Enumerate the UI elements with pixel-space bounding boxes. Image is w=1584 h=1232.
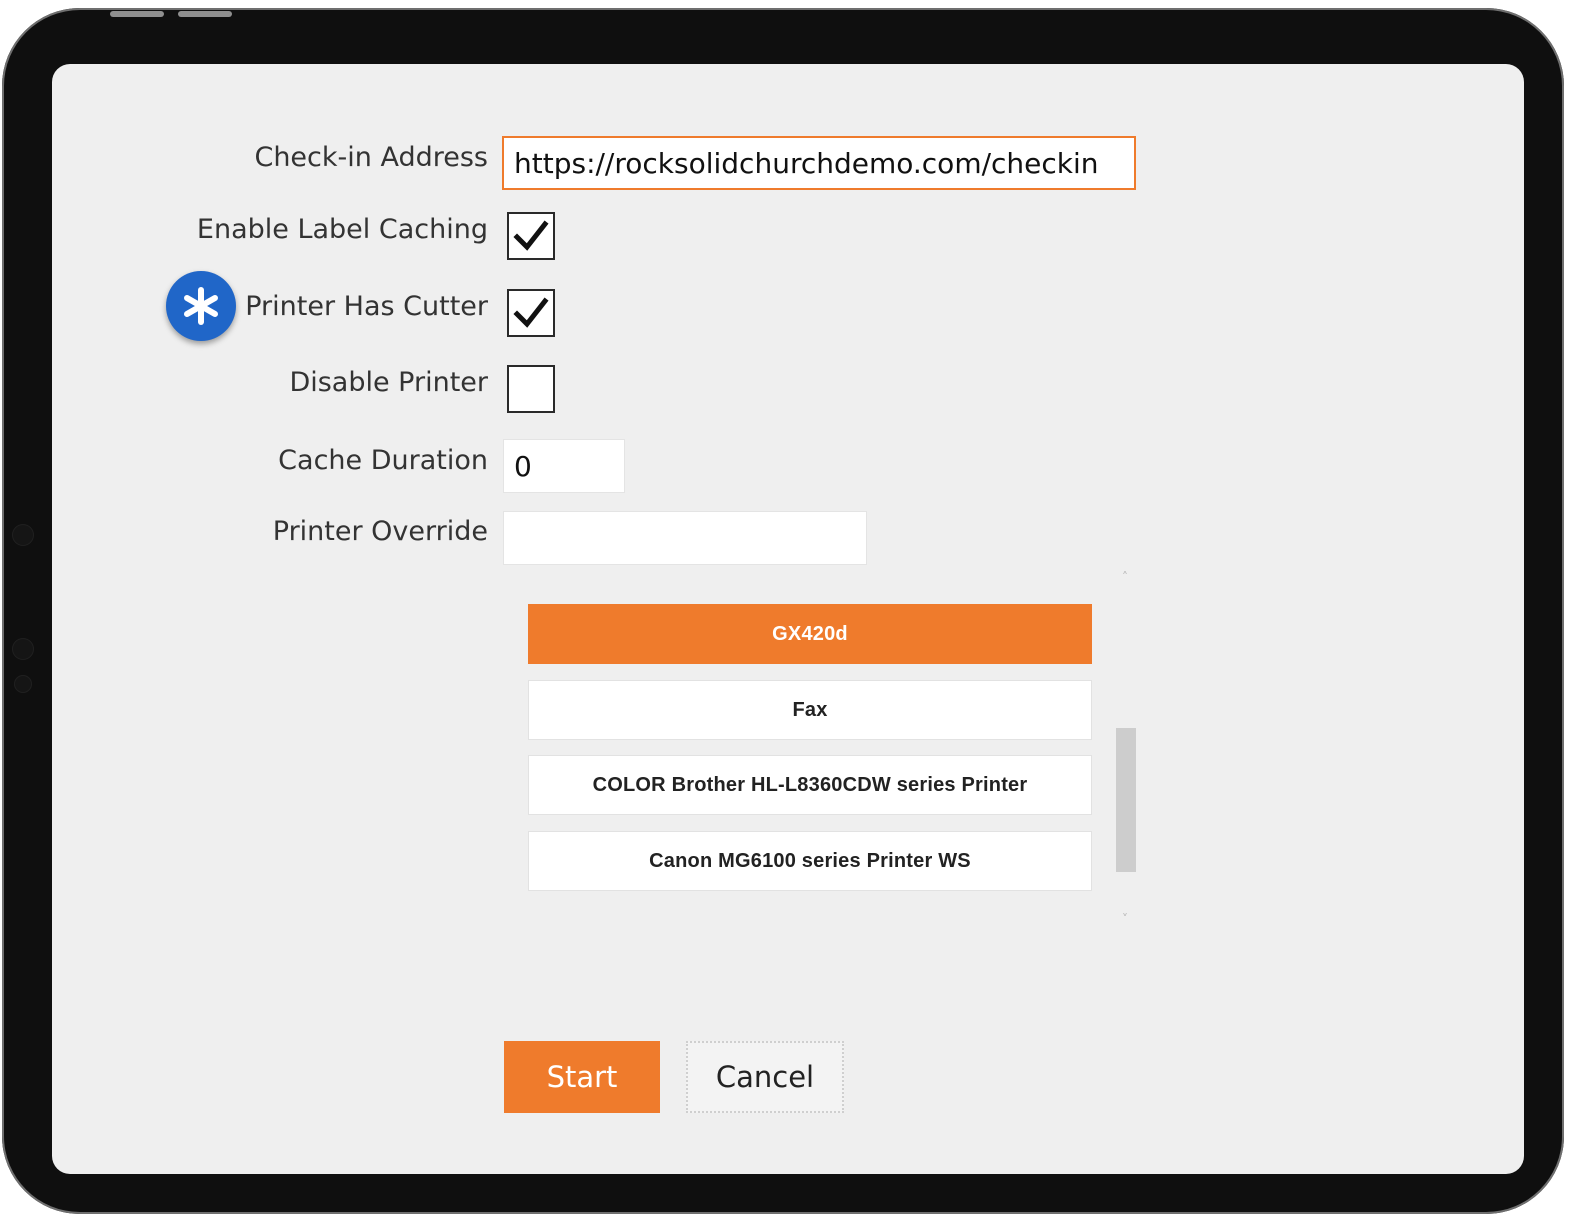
asterisk-icon: [166, 271, 236, 341]
cache-duration-value: 0: [514, 449, 532, 483]
settings-screen: Check-in Address https://rocksolidchurch…: [52, 64, 1524, 1174]
printer-item-label: GX420d: [772, 622, 848, 645]
side-sensor: [15, 676, 31, 692]
printer-has-cutter-checkbox[interactable]: [507, 289, 555, 337]
printer-item-fax[interactable]: Fax: [528, 680, 1092, 740]
cache-duration-input[interactable]: 0: [503, 439, 625, 493]
tablet-frame: Check-in Address https://rocksolidchurch…: [2, 8, 1564, 1214]
printer-item-canon[interactable]: Canon MG6100 series Printer WS: [528, 831, 1092, 891]
volume-button: [178, 11, 232, 17]
chevron-up-icon[interactable]: ˄: [1114, 570, 1136, 584]
printer-list-scrollbar[interactable]: ˄ ˅: [1114, 570, 1136, 926]
side-sensor: [13, 525, 33, 545]
enable-label-caching-label: Enable Label Caching: [196, 214, 488, 245]
printer-item-brother[interactable]: COLOR Brother HL-L8360CDW series Printer: [528, 755, 1092, 815]
printer-override-input[interactable]: [503, 511, 867, 565]
scrollbar-thumb[interactable]: [1116, 728, 1136, 872]
checkin-address-input[interactable]: https://rocksolidchurchdemo.com/checkin: [502, 136, 1136, 190]
printer-item-label: Fax: [792, 698, 828, 721]
checkin-address-label: Check-in Address: [254, 142, 488, 173]
cancel-button[interactable]: Cancel: [686, 1041, 844, 1113]
checkmark-icon: [513, 297, 549, 328]
side-sensor: [13, 639, 33, 659]
checkmark-icon: [513, 220, 549, 251]
chevron-down-icon[interactable]: ˅: [1114, 912, 1136, 926]
printer-item-label: COLOR Brother HL-L8360CDW series Printer: [592, 773, 1028, 796]
cache-duration-label: Cache Duration: [278, 445, 488, 476]
printer-item-label: Canon MG6100 series Printer WS: [649, 849, 971, 872]
disable-printer-checkbox[interactable]: [507, 365, 555, 413]
start-button[interactable]: Start: [504, 1041, 660, 1113]
disable-printer-label: Disable Printer: [289, 367, 488, 398]
volume-button: [110, 11, 164, 17]
printer-item-gx420d[interactable]: GX420d: [528, 604, 1092, 664]
checkin-address-value: https://rocksolidchurchdemo.com/checkin: [514, 146, 1099, 180]
printer-override-label: Printer Override: [272, 516, 488, 547]
enable-label-caching-checkbox[interactable]: [507, 212, 555, 260]
printer-has-cutter-label: Printer Has Cutter: [245, 291, 488, 322]
